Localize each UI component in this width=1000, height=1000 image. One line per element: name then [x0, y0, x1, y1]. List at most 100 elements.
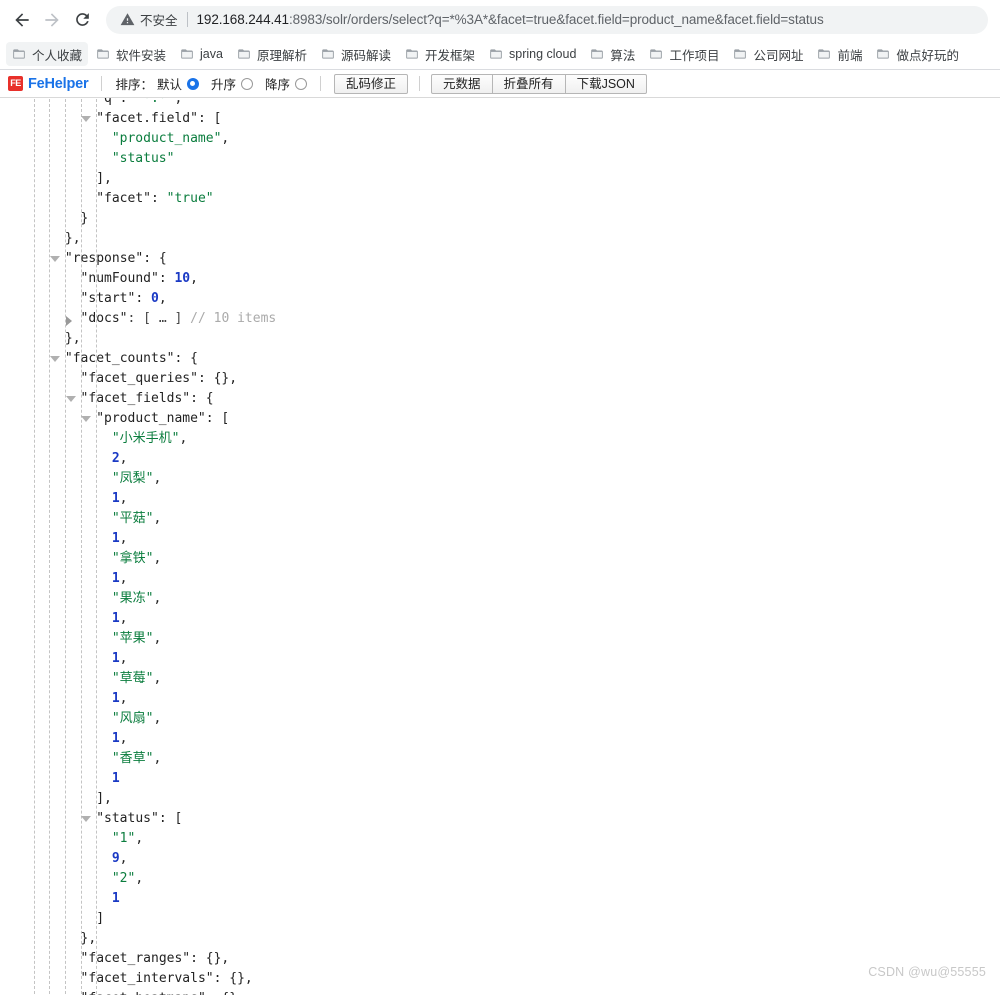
bookmark-item[interactable]: 源码解读: [315, 42, 397, 66]
folder-icon: [489, 47, 503, 61]
json-line-content: "start": 0,: [81, 289, 167, 309]
bookmark-item[interactable]: 个人收藏: [6, 42, 89, 66]
json-line-content: "风扇",: [112, 709, 161, 729]
fix-encoding-button[interactable]: 乱码修正: [334, 73, 409, 94]
json-line-content: "平菇",: [112, 509, 161, 529]
json-line-content: },: [65, 329, 81, 349]
bookmark-item[interactable]: 前端: [811, 42, 868, 66]
collapse-triangle-icon[interactable]: [49, 256, 60, 262]
metadata-button[interactable]: 元数据: [431, 73, 493, 94]
sort-label: 排序：: [115, 78, 153, 92]
json-line-content: "status": [112, 149, 175, 169]
json-token-p: ]: [96, 911, 105, 926]
address-bar[interactable]: 不安全 192.168.244.41:8983/solr/orders/sele…: [106, 5, 988, 34]
toolbar-divider-2: [320, 76, 322, 91]
json-token-p: : {: [143, 251, 167, 266]
back-arrow-icon[interactable]: [8, 6, 36, 34]
sort-option-asc-label: 升序: [210, 78, 236, 92]
json-line: "facet_ranges": {},: [0, 949, 1000, 969]
bookmark-label: 源码解读: [340, 48, 391, 63]
json-token-p: : {: [190, 391, 214, 406]
json-line: 1,: [0, 489, 1000, 509]
download-json-button[interactable]: 下载JSON: [564, 73, 647, 94]
json-token-p: ,: [221, 131, 230, 146]
bookmark-item[interactable]: 工作项目: [643, 42, 725, 66]
expand-triangle-icon[interactable]: [65, 316, 72, 326]
bookmark-item[interactable]: 算法: [584, 42, 641, 66]
json-line: }: [0, 209, 1000, 229]
json-line: },: [0, 929, 1000, 949]
json-token-s: "status": [111, 151, 175, 166]
json-line-content: ],: [96, 789, 112, 809]
forward-arrow-icon[interactable]: [38, 6, 66, 34]
json-line-content: "facet": "true": [96, 189, 213, 209]
json-token-n: 1: [111, 771, 120, 786]
url-text[interactable]: 192.168.244.41:8983/solr/orders/select?q…: [197, 12, 824, 27]
json-token-s: "苹果": [111, 631, 154, 646]
collapse-triangle-icon[interactable]: [81, 116, 92, 122]
bookmark-label: spring cloud: [509, 47, 577, 61]
json-token-p: ,: [119, 851, 128, 866]
json-token-k: "facet_fields": [80, 391, 191, 406]
folder-icon: [817, 47, 831, 61]
json-viewer[interactable]: "q": "*:*", "facet.field": ["product_name…: [0, 98, 1000, 995]
json-line: 1: [0, 889, 1000, 909]
json-token-k: "docs": [80, 311, 128, 326]
bookmark-item[interactable]: spring cloud: [483, 42, 582, 66]
sort-option-asc-radio[interactable]: [241, 77, 253, 90]
json-token-s: "1": [111, 831, 136, 846]
bookmark-item[interactable]: java: [174, 42, 229, 66]
fehelper-brand-label: FeHelper: [28, 75, 89, 92]
collapse-triangle-icon[interactable]: [65, 396, 76, 402]
sort-option-default-radio[interactable]: [186, 77, 199, 90]
collapse-triangle-icon[interactable]: [49, 356, 60, 362]
json-token-p: ,: [153, 591, 162, 606]
json-token-p: ,: [119, 451, 128, 466]
json-line: "1",: [0, 829, 1000, 849]
bookmark-item[interactable]: 软件安装: [90, 42, 172, 66]
json-line: "response": {: [0, 249, 1000, 269]
json-line-content: "草莓",: [112, 669, 161, 689]
folder-icon: [180, 47, 194, 61]
json-token-s: "true": [166, 191, 214, 206]
folder-icon: [876, 47, 890, 61]
sort-option-desc-radio[interactable]: [295, 77, 308, 90]
json-token-s: "草莓": [111, 671, 154, 686]
collapse-all-button[interactable]: 折叠所有: [491, 73, 566, 94]
json-token-n: 0: [151, 291, 159, 306]
json-token-p: ,: [119, 491, 128, 506]
json-token-p: ,: [153, 751, 162, 766]
sort-option-asc[interactable]: 升序: [211, 74, 253, 93]
json-line: "status": [: [0, 809, 1000, 829]
bookmark-item[interactable]: 原理解析: [231, 42, 313, 66]
json-line: 1,: [0, 609, 1000, 629]
json-line: 1,: [0, 569, 1000, 589]
bookmark-item[interactable]: 做点好玩的: [870, 42, 965, 66]
bookmark-item[interactable]: 开发框架: [399, 42, 481, 66]
collapse-triangle-icon[interactable]: [81, 416, 92, 422]
sort-option-desc[interactable]: 降序: [265, 74, 308, 93]
json-line-content: "2",: [112, 869, 143, 889]
json-line-content: "香草",: [112, 749, 161, 769]
json-token-p: ,: [119, 691, 128, 706]
json-line: "status": [0, 149, 1000, 169]
folder-icon: [590, 47, 604, 61]
json-line-content: "果冻",: [112, 589, 161, 609]
json-token-s: "拿铁": [111, 551, 154, 566]
json-line: 1,: [0, 529, 1000, 549]
fehelper-logo[interactable]: FE FeHelper: [8, 75, 89, 92]
collapse-triangle-icon[interactable]: [81, 816, 92, 822]
json-token-p: : {},: [197, 371, 238, 386]
json-line: 2,: [0, 449, 1000, 469]
json-token-p: : [: [197, 111, 222, 126]
bookmark-item[interactable]: 公司网址: [727, 42, 809, 66]
sort-option-default[interactable]: 默认: [157, 74, 199, 93]
json-line-content: "facet_fields": {: [81, 389, 214, 409]
json-token-k: "product_name": [96, 411, 206, 426]
warning-triangle-icon: [120, 12, 135, 27]
json-token-n: 10: [174, 271, 191, 286]
reload-icon[interactable]: [68, 6, 96, 34]
json-token-s: "*:*": [135, 98, 175, 106]
json-line: "start": 0,: [0, 289, 1000, 309]
omnibox-divider: [186, 12, 188, 27]
